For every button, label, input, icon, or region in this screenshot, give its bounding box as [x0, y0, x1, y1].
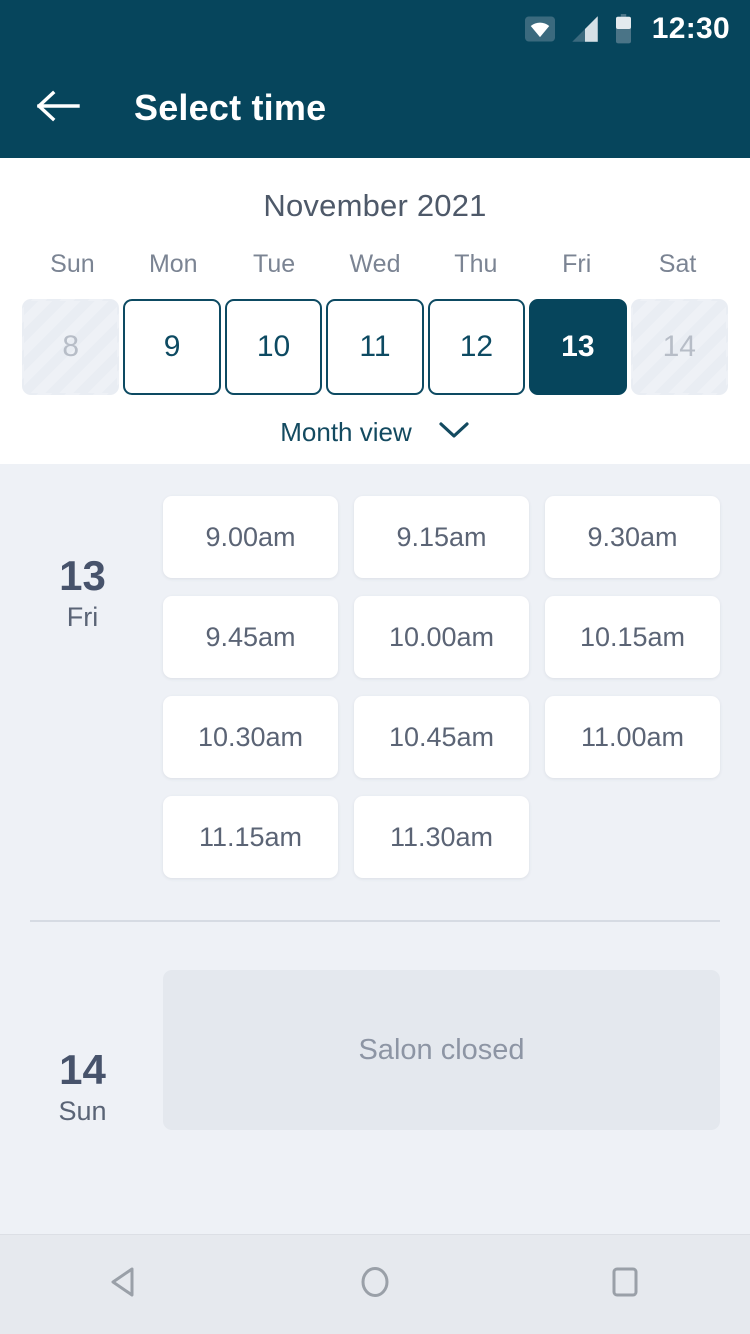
- calendar-weekday-header: Sun Mon Tue Wed Thu Fri Sat: [0, 250, 750, 279]
- calendar-day-cell: 8: [22, 299, 120, 395]
- day-of-week: Fri: [66, 602, 99, 633]
- nav-recents-button[interactable]: [570, 1245, 680, 1325]
- time-slot[interactable]: 10.30am: [163, 696, 338, 778]
- day-number: 13: [59, 552, 106, 599]
- time-slot[interactable]: 11.00am: [545, 696, 720, 778]
- nav-home-button[interactable]: [320, 1245, 430, 1325]
- calendar-week-strip: 8 9 10 11 12 13 14: [0, 299, 750, 395]
- arrow-left-icon: [36, 90, 81, 127]
- recents-square-icon: [604, 1261, 646, 1308]
- section-divider: [30, 920, 720, 922]
- battery-icon: [615, 14, 632, 44]
- day-of-week: Sun: [58, 1096, 107, 1127]
- time-slot[interactable]: 11.15am: [163, 796, 338, 878]
- time-slot[interactable]: 9.15am: [354, 496, 529, 578]
- home-circle-icon: [354, 1261, 396, 1308]
- day-group-14: 14 Sun Salon closed: [0, 970, 750, 1130]
- status-bar: 12:30: [0, 0, 750, 58]
- calendar-day-cell: 14: [630, 299, 728, 395]
- calendar-day-cell[interactable]: 9: [123, 299, 221, 395]
- calendar-month-label: November 2021: [263, 188, 487, 223]
- time-slot[interactable]: 9.00am: [163, 496, 338, 578]
- cellular-signal-icon: [571, 15, 599, 43]
- calendar-day-cell[interactable]: 11: [326, 299, 424, 395]
- calendar-day-cell[interactable]: 12: [427, 299, 526, 395]
- month-view-toggle[interactable]: Month view: [0, 417, 750, 448]
- app-screen: 12:30 Select time November 2021 Sun Mon …: [0, 0, 750, 1334]
- time-slot[interactable]: 10.15am: [545, 596, 720, 678]
- page-title: Select time: [134, 87, 327, 128]
- weekday-label: Thu: [454, 250, 498, 278]
- weekday-label: Fri: [562, 250, 592, 278]
- schedule-content: 13 Fri 9.00am 9.15am 9.30am 9.45am 10.00…: [0, 464, 750, 1234]
- salon-closed-banner: Salon closed: [163, 970, 720, 1130]
- weekday-label: Mon: [148, 250, 198, 278]
- calendar-day-cell[interactable]: 10: [224, 299, 323, 395]
- weekday-label: Sun: [50, 250, 95, 278]
- month-view-toggle-label: Month view: [280, 417, 412, 447]
- time-slot-grid: 9.00am 9.15am 9.30am 9.45am 10.00am 10.1…: [135, 496, 720, 878]
- day-group-13: 13 Fri 9.00am 9.15am 9.30am 9.45am 10.00…: [0, 496, 750, 878]
- time-slot[interactable]: 11.30am: [354, 796, 529, 878]
- time-slot[interactable]: 10.00am: [354, 596, 529, 678]
- android-navigation-bar: [0, 1234, 750, 1334]
- day-label: 14 Sun: [30, 970, 135, 1127]
- calendar-day-cell-selected[interactable]: 13: [529, 299, 627, 395]
- day-number: 14: [59, 1046, 106, 1093]
- wifi-icon: [524, 16, 555, 42]
- nav-back-button[interactable]: [70, 1245, 180, 1325]
- time-slot[interactable]: 10.45am: [354, 696, 529, 778]
- back-triangle-icon: [104, 1261, 146, 1308]
- weekday-label: Wed: [349, 250, 401, 278]
- weekday-label: Tue: [253, 250, 296, 278]
- day-label: 13 Fri: [30, 496, 135, 633]
- time-slot[interactable]: 9.45am: [163, 596, 338, 678]
- calendar-panel: November 2021 Sun Mon Tue Wed Thu Fri Sa…: [0, 158, 750, 464]
- time-slot[interactable]: 9.30am: [545, 496, 720, 578]
- chevron-down-icon: [438, 420, 470, 445]
- status-bar-clock: 12:30: [651, 12, 730, 45]
- back-button[interactable]: [30, 79, 88, 137]
- app-bar: Select time: [0, 58, 750, 158]
- weekday-label: Sat: [658, 250, 697, 278]
